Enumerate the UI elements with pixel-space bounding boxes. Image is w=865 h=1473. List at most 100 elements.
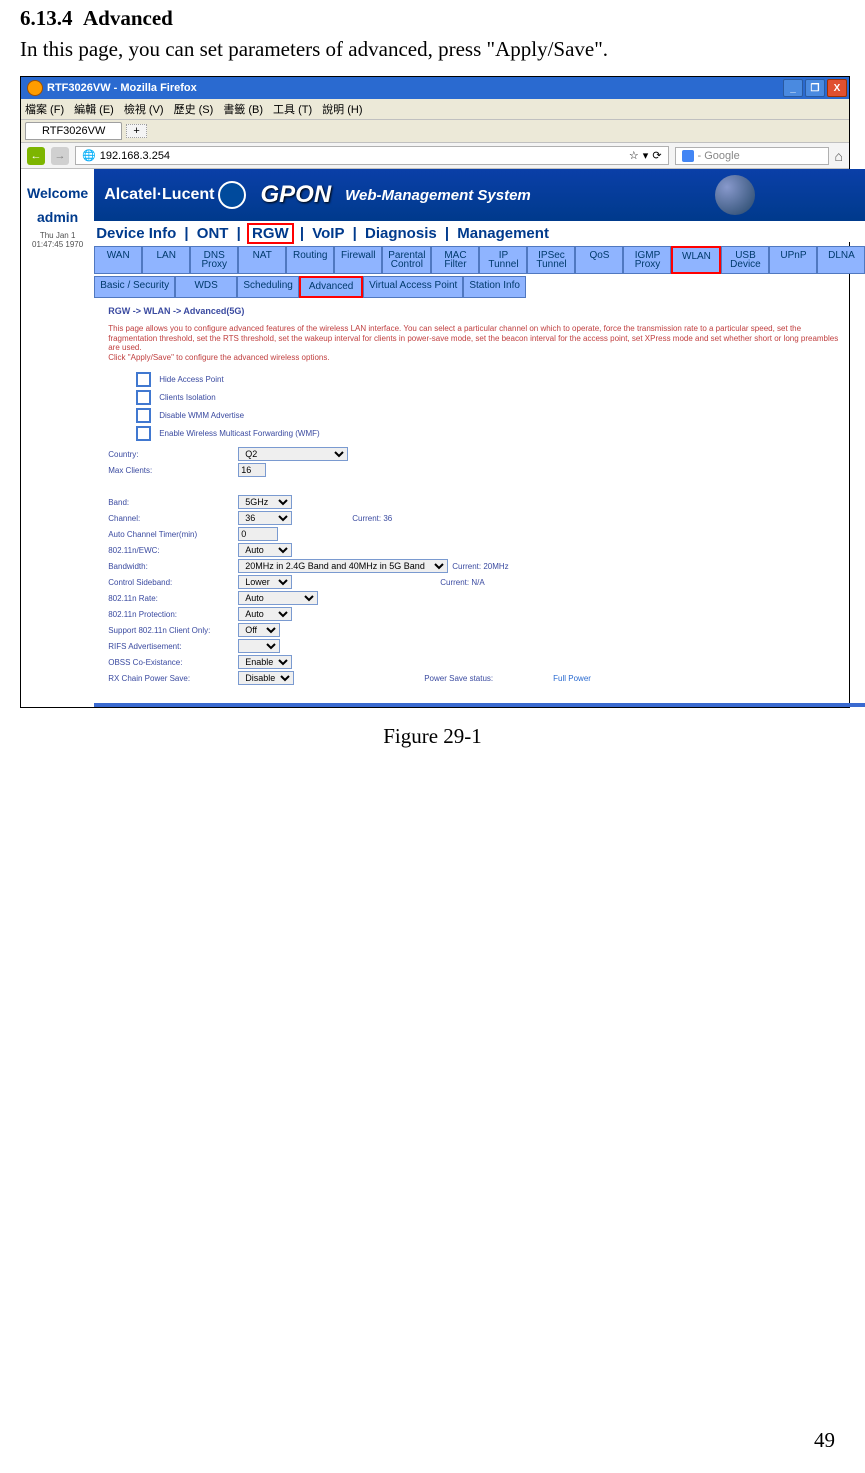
tab1-firewall[interactable]: Firewall [334,246,382,274]
tab-ont[interactable]: ONT [195,225,231,242]
tab1-upnp[interactable]: UPnP [769,246,817,274]
rifs-select[interactable] [238,639,280,653]
tab-diagnosis[interactable]: Diagnosis [363,225,439,242]
menu-edit[interactable]: 編輯 (E) [74,101,114,117]
tab1-iptunnel[interactable]: IP Tunnel [479,246,527,274]
ewc-select[interactable]: Auto [238,543,292,557]
tab2-wds[interactable]: WDS [175,276,237,298]
tab-rgw[interactable]: RGW [247,223,294,244]
tab2-stationinfo[interactable]: Station Info [463,276,526,298]
tab-device-info[interactable]: Device Info [94,225,178,242]
browser-tab[interactable]: RTF3026VW [25,122,122,140]
chk-clients-iso[interactable] [136,390,151,405]
ewc-label: 802.11n/EWC: [108,546,238,555]
rifs-label: RIFS Advertisement: [108,642,238,651]
tab1-dnsproxy[interactable]: DNS Proxy [190,246,238,274]
act-label: Auto Channel Timer(min) [108,530,238,539]
section-number: 6.13.4 [20,6,73,30]
window-title: RTF3026VW - Mozilla Firefox [47,82,781,94]
obss-label: OBSS Co-Existance: [108,658,238,667]
tab2-advanced[interactable]: Advanced [299,276,363,298]
chk-wmm-row: Disable WMM Advertise [136,408,851,423]
new-tab-button[interactable]: + [126,124,146,138]
channel-current: Current: 36 [352,514,392,523]
browser-navbar: ← → 🌐 192.168.3.254 ☆ ▾ ⟳ - Google ⌂ [21,142,849,169]
intro-text: In this page, you can set parameters of … [20,37,845,62]
back-button[interactable]: ← [27,147,45,165]
band-select[interactable]: 5GHz [238,495,292,509]
tab1-qos[interactable]: QoS [575,246,623,274]
tab2-vap[interactable]: Virtual Access Point [363,276,463,298]
menu-tools[interactable]: 工具 (T) [273,101,312,117]
top-nav: Device Info | ONT | RGW | VoIP | Diagnos… [94,221,865,242]
tab1-dlna[interactable]: DLNA [817,246,865,274]
band-label: Band: [108,498,238,507]
banner: Alcatel·Lucent GPON Web-Management Syste… [94,169,865,221]
chk-hide-ap-row: Hide Access Point [136,372,851,387]
section-title: Advanced [83,6,173,30]
obss-select[interactable]: Enable [238,655,292,669]
tab-management[interactable]: Management [455,225,551,242]
brand-text: Alcatel·Lucent [104,186,214,204]
tab1-routing[interactable]: Routing [286,246,334,274]
rxchain-select[interactable]: Disable [238,671,294,685]
tab2-basic[interactable]: Basic / Security [94,276,175,298]
url-text: 192.168.3.254 [100,150,625,162]
chk-clients-iso-row: Clients Isolation [136,390,851,405]
bandwidth-select[interactable]: 20MHz in 2.4G Band and 40MHz in 5G Band [238,559,448,573]
tab1-nat[interactable]: NAT [238,246,286,274]
tab1-ipsec[interactable]: IPSec Tunnel [527,246,575,274]
bookmark-star-icon[interactable]: ☆ [629,149,639,162]
protection-label: 802.11n Protection: [108,610,238,619]
menu-view[interactable]: 檢視 (V) [124,101,164,117]
chk-wmm[interactable] [136,408,151,423]
sideband-select[interactable]: Lower [238,575,292,589]
tab2-scheduling[interactable]: Scheduling [237,276,299,298]
powersave-status-label: Power Save status: [424,674,493,683]
dropdown-icon[interactable]: ▾ [643,149,649,162]
menu-file[interactable]: 檔案 (F) [25,101,64,117]
maximize-button[interactable]: ❐ [805,79,825,97]
chk-wmf[interactable] [136,426,151,441]
country-label: Country: [108,450,238,459]
reload-icon[interactable]: ⟳ [652,149,661,162]
menu-history[interactable]: 歷史 (S) [174,101,214,117]
mgmt-body: Welcome admin Thu Jan 1 01:47:45 1970 Al… [21,169,849,707]
gpon-label: GPON [260,181,331,209]
tab-voip[interactable]: VoIP [310,225,346,242]
brand-logo: Alcatel·Lucent [104,181,246,209]
globe-icon [715,175,755,215]
search-box[interactable]: - Google [675,147,829,165]
tab1-wan[interactable]: WAN [94,246,142,274]
main-panel: Alcatel·Lucent GPON Web-Management Syste… [94,169,865,707]
maxclients-label: Max Clients: [108,466,238,475]
menu-help[interactable]: 說明 (H) [322,101,362,117]
google-icon [682,150,694,162]
channel-select[interactable]: 36 [238,511,292,525]
tab1-lan[interactable]: LAN [142,246,190,274]
menu-bookmarks[interactable]: 書籤 (B) [223,101,263,117]
rate-select[interactable]: Auto [238,591,318,605]
home-button[interactable]: ⌂ [835,148,843,164]
forward-button[interactable]: → [51,147,69,165]
url-bar[interactable]: 🌐 192.168.3.254 ☆ ▾ ⟳ [75,146,669,165]
tab1-parental[interactable]: Parental Control [382,246,431,274]
minimize-button[interactable]: _ [783,79,803,97]
tab1-igmp[interactable]: IGMP Proxy [623,246,671,274]
support11n-select[interactable]: Off [238,623,280,637]
window-titlebar: RTF3026VW - Mozilla Firefox _ ❐ X [21,77,849,99]
maxclients-input[interactable] [238,463,266,477]
footer-border [94,703,865,707]
country-select[interactable]: Q2 [238,447,348,461]
tab1-usb[interactable]: USB Device [721,246,769,274]
chk-hide-ap[interactable] [136,372,151,387]
protection-select[interactable]: Auto [238,607,292,621]
tab1-macfilter[interactable]: MAC Filter [431,246,479,274]
act-input[interactable] [238,527,278,541]
close-button[interactable]: X [827,79,847,97]
wms-label: Web-Management System [345,187,531,204]
tab1-wlan[interactable]: WLAN [671,246,721,274]
globe-icon: 🌐 [82,149,96,162]
tabs-level2: Basic / Security WDS Scheduling Advanced… [94,276,865,298]
rate-label: 802.11n Rate: [108,594,238,603]
